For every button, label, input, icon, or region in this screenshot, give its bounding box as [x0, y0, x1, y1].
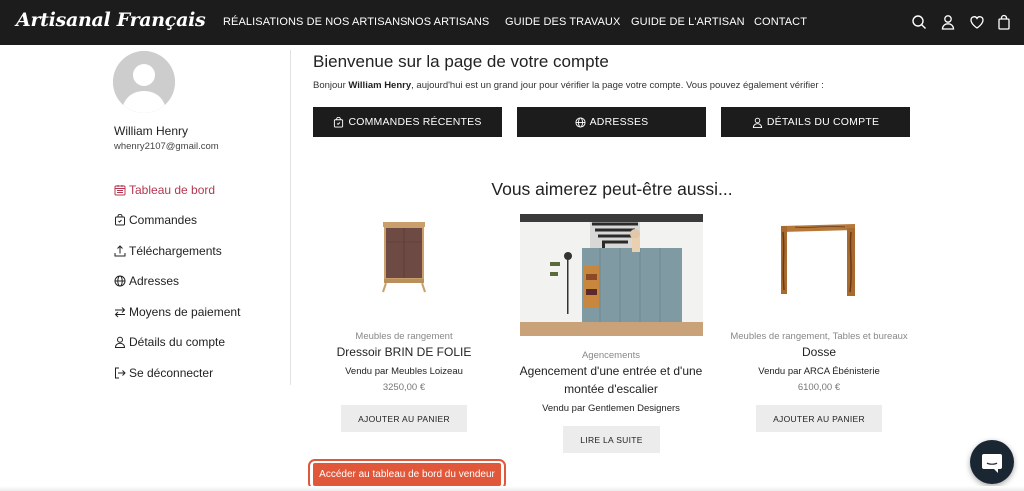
product-price: 3250,00 €: [382, 382, 426, 393]
product-price: 6100,00 €: [797, 382, 841, 393]
product-image-agencement[interactable]: [520, 214, 703, 336]
recent-orders-button[interactable]: COMMANDES RÉCENTES: [313, 107, 502, 137]
intro-user-name: William Henry: [348, 80, 412, 91]
avatar-placeholder-icon: [113, 51, 175, 113]
sidebar-item-adresses[interactable]: Adresses: [114, 273, 179, 289]
chat-button[interactable]: [970, 440, 1014, 484]
account-details-button[interactable]: DÉTAILS DU COMPTE: [721, 107, 910, 137]
swap-arrows-icon: [114, 306, 126, 318]
addresses-button[interactable]: ADRESSES: [517, 107, 706, 137]
sidebar-item-label: Adresses: [129, 274, 180, 288]
upload-icon: [114, 245, 126, 257]
sidebar-item-details-du-compte[interactable]: Détails du compte: [114, 334, 225, 350]
sidebar-item-label: Téléchargements: [129, 244, 222, 258]
user-icon: [114, 336, 126, 348]
nav-contact[interactable]: CONTACT: [754, 16, 807, 28]
product-vendor: Vendu par Gentlemen Designers: [542, 403, 680, 414]
bag-icon[interactable]: [996, 14, 1012, 30]
heart-icon[interactable]: [969, 14, 985, 30]
add-to-cart-button[interactable]: AJOUTER AU PANIER: [756, 405, 882, 432]
product-image-dosse[interactable]: [775, 220, 861, 298]
nav-guide-artisan[interactable]: GUIDE DE L'ARTISAN: [631, 16, 745, 28]
basket-icon: [114, 214, 126, 226]
sidebar-item-label: Se déconnecter: [129, 366, 214, 380]
nav-nos-artisans[interactable]: NOS ARTISANS: [407, 16, 489, 28]
nav-guide-travaux[interactable]: GUIDE DES TRAVAUX: [505, 16, 620, 28]
globe-icon: [114, 275, 126, 287]
user-icon[interactable]: [940, 14, 956, 30]
sidebar-item-label: Détails du compte: [129, 335, 226, 349]
user-icon: [752, 117, 763, 128]
sidebar-item-label: Moyens de paiement: [129, 305, 241, 319]
search-icon[interactable]: [911, 14, 927, 30]
basket-icon: [333, 116, 344, 128]
product-vendor: Vendu par Meubles Loizeau: [345, 366, 463, 377]
vendor-dashboard-button[interactable]: Accéder au tableau de bord du vendeur: [313, 463, 501, 486]
product-category: Agencements: [581, 350, 641, 361]
intro-text: Bonjour William Henry, aujourd'hui est u…: [313, 80, 824, 91]
sidebar-divider: [290, 50, 291, 385]
page-bottom-edge: [0, 486, 1024, 491]
product-category: Meubles de rangement, Tables et bureaux: [730, 331, 908, 342]
sidebar-item-telechargements[interactable]: Téléchargements: [114, 243, 222, 259]
user-email: whenry2107@gmail.com: [114, 141, 219, 152]
chat-bubble-icon: [982, 454, 1002, 473]
avatar: [113, 51, 175, 113]
product-name[interactable]: Dosse: [719, 343, 919, 361]
product-image-dressoir[interactable]: [376, 220, 432, 294]
header-icons: [910, 14, 1010, 32]
logout-icon: [114, 367, 126, 379]
nav-realisations[interactable]: RÉALISATIONS DE NOS ARTISANS: [223, 16, 408, 28]
top-navigation-bar: Artisanal Français RÉALISATIONS DE NOS A…: [0, 0, 1024, 45]
product-vendor: Vendu par ARCA Ébénisterie: [758, 366, 880, 377]
product-category: Meubles de rangement: [355, 331, 453, 342]
sidebar-item-se-deconnecter[interactable]: Se déconnecter: [114, 365, 213, 381]
product-name[interactable]: Dressoir BRIN DE FOLIE: [304, 343, 504, 361]
globe-icon: [575, 116, 586, 128]
product-name[interactable]: Agencement d'une entrée et d'une montée …: [511, 362, 711, 398]
suggestions-title: Vous aimerez peut-être aussi...: [491, 179, 733, 199]
read-more-button[interactable]: LIRE LA SUITE: [563, 426, 660, 453]
sidebar-item-label: Commandes: [129, 213, 198, 227]
add-to-cart-button[interactable]: AJOUTER AU PANIER: [341, 405, 467, 432]
user-name: William Henry: [114, 124, 189, 138]
sidebar-item-commandes[interactable]: Commandes: [114, 212, 197, 228]
sidebar-item-moyens-de-paiement[interactable]: Moyens de paiement: [114, 304, 240, 320]
page-title: Bienvenue sur la page de votre compte: [313, 52, 609, 71]
site-logo[interactable]: Artisanal Français: [16, 9, 206, 31]
